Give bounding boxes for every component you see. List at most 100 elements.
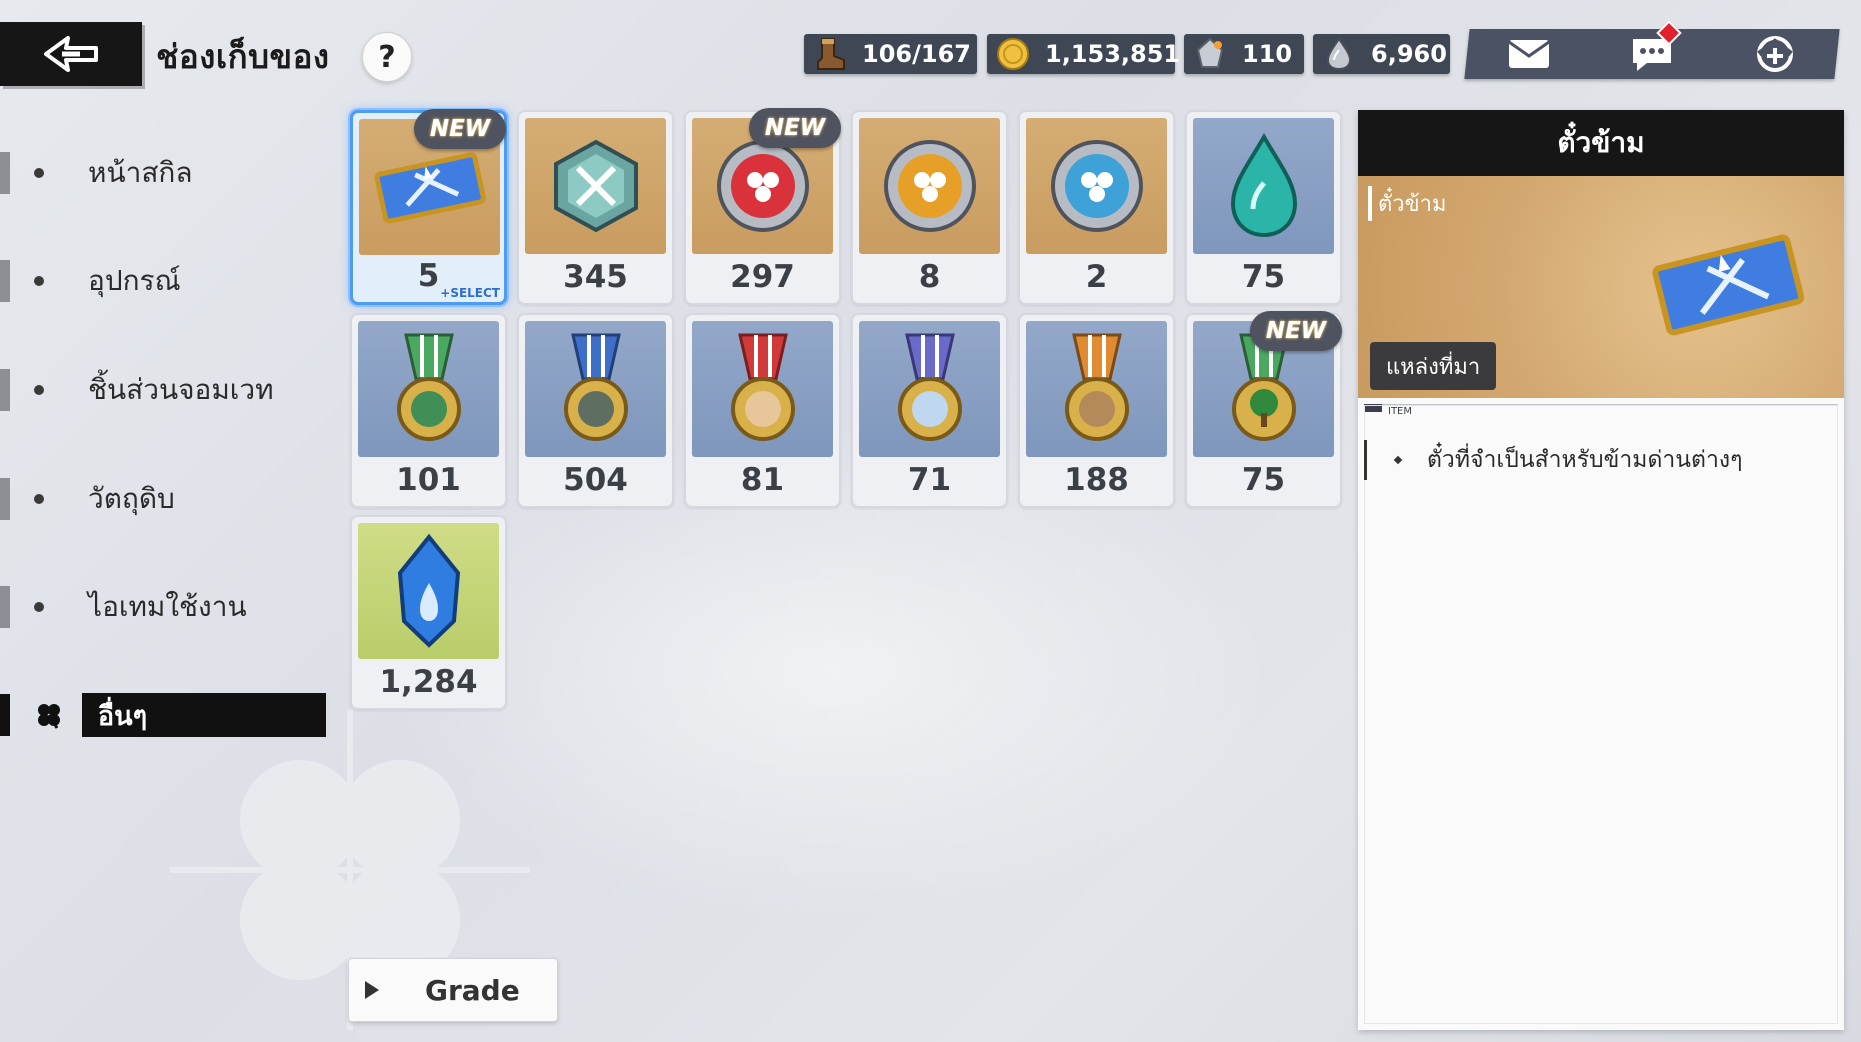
inventory-item[interactable]: 75 [1185, 110, 1342, 305]
sidebar-marker [0, 260, 10, 302]
help-button[interactable]: ? [362, 32, 412, 82]
item-thumbnail [859, 118, 1000, 254]
resource-stamina: 106/167 [804, 34, 977, 74]
new-badge: NEW [1250, 311, 1342, 351]
item-quantity: 75 [1241, 462, 1286, 498]
item-thumbnail [525, 321, 666, 457]
bullet-icon [34, 276, 44, 286]
resource-value: 110 [1242, 40, 1293, 68]
bullet-icon [34, 168, 44, 178]
top-action-bar [1464, 20, 1840, 79]
blue-crystal-icon [397, 533, 460, 648]
bullet-icon [34, 602, 44, 612]
sidebar-item-label: ไอเทมใช้งาน [88, 590, 247, 623]
crossed-swords-emblem-icon [553, 139, 638, 233]
item-thumbnail [358, 321, 499, 457]
sidebar-marker [0, 152, 10, 194]
bullet-icon [34, 385, 44, 395]
item-thumbnail [692, 321, 833, 457]
item-thumbnail [525, 118, 666, 254]
gold-coin-icon [997, 38, 1029, 70]
item-quantity: 188 [1064, 462, 1129, 498]
item-quantity: 504 [563, 462, 628, 498]
blue-clover-medal-icon [1050, 140, 1143, 232]
item-quantity: 101 [396, 462, 461, 498]
item-quantity: 75 [1241, 259, 1286, 295]
inventory-item[interactable]: 71 [851, 313, 1008, 508]
home-button[interactable] [1747, 32, 1803, 76]
item-quantity: 345 [563, 259, 628, 295]
detail-item-name: ตั๋วข้าม [1368, 186, 1447, 221]
inventory-item[interactable]: 345 [517, 110, 674, 305]
purple-ribbon-medal-icon [897, 333, 962, 441]
sidebar-marker [0, 694, 10, 736]
inventory-item-skip-ticket[interactable]: NEW 5 +SELECT [350, 109, 507, 305]
inventory-item[interactable]: 8 [851, 110, 1008, 305]
resource-value: 106/167 [862, 40, 971, 68]
inventory-item[interactable]: 188 [1018, 313, 1175, 508]
ticket-icon [374, 152, 486, 224]
mail-button[interactable] [1501, 32, 1557, 76]
inventory-item[interactable]: NEW 297 [684, 108, 841, 305]
teal-drop-icon [1230, 132, 1297, 238]
item-quantity: 81 [740, 462, 785, 498]
sidebar-item-label: อุปกรณ์ [88, 264, 181, 297]
orange-ribbon-medal-icon [1064, 333, 1129, 441]
new-badge: NEW [414, 109, 506, 149]
item-thumbnail [1026, 118, 1167, 254]
inventory-item[interactable]: NEW 75 [1185, 311, 1342, 508]
boot-icon [817, 38, 845, 70]
grade-sort-button[interactable]: Grade [348, 958, 558, 1022]
inventory-item[interactable]: 2 [1018, 110, 1175, 305]
sidebar-item-skill-page[interactable]: หน้าสกิล [0, 146, 330, 200]
home-icon [1757, 36, 1794, 72]
chat-button[interactable] [1624, 20, 1682, 76]
page-title: ช่องเก็บของ [156, 37, 330, 76]
inventory-item[interactable]: 101 [350, 313, 507, 508]
red-clover-medal-icon [716, 140, 809, 232]
sidebar-item-mage-fragments[interactable]: ชิ้นส่วนจอมเวท [0, 363, 330, 417]
back-button[interactable] [0, 22, 142, 86]
sidebar-item-consumables[interactable]: ไอเทมใช้งาน [0, 580, 330, 634]
sidebar-item-label: หน้าสกิล [88, 156, 193, 189]
sidebar-item-materials[interactable]: วัตถุดิบ [0, 472, 330, 526]
sidebar-item-label: วัตถุดิบ [88, 482, 175, 515]
bullet-icon [34, 494, 44, 504]
inventory-item[interactable]: 504 [517, 313, 674, 508]
resource-gem: 6,960 [1313, 34, 1450, 74]
item-thumbnail [859, 321, 1000, 457]
sidebar-item-label: ชิ้นส่วนจอมเวท [88, 373, 274, 406]
item-quantity: 8 [918, 259, 941, 295]
source-button[interactable]: แหล่งที่มา [1370, 342, 1497, 390]
sidebar-marker [0, 369, 10, 411]
item-quantity: 2 [1085, 259, 1108, 295]
orange-clover-medal-icon [883, 140, 976, 232]
grade-button-label: Grade [425, 973, 520, 1007]
green-ribbon-medal-icon [396, 333, 461, 441]
detail-header: ตั๋วข้าม [1358, 110, 1844, 176]
detail-banner: ตั๋วข้าม แหล่งที่มา [1358, 176, 1844, 398]
item-quantity: 1,284 [379, 664, 478, 700]
inventory-item[interactable]: 1,284 [350, 515, 507, 710]
resource-value: 1,153,851 [1045, 40, 1181, 68]
mail-icon [1507, 40, 1550, 68]
sidebar-marker [0, 478, 10, 520]
item-quantity: 71 [907, 462, 952, 498]
description-text: ตั๋วที่จำเป็นสำหรับข้ามด่านต่างๆ [1427, 447, 1743, 473]
sidebar-marker [0, 586, 10, 628]
sidebar-item-equipment[interactable]: อุปกรณ์ [0, 254, 330, 308]
silver-drop-icon [1326, 37, 1352, 71]
item-detail-panel: ตั๋วข้าม ตั๋วข้าม แหล่งที่มา ITEM ตั๋วที… [1358, 110, 1844, 1030]
item-quantity: 297 [730, 259, 795, 295]
back-arrow-icon [44, 36, 98, 72]
new-badge: NEW [749, 108, 841, 148]
inventory-item[interactable]: 81 [684, 313, 841, 508]
diamond-bullet-icon [1393, 455, 1403, 465]
blue-ribbon-medal-icon [563, 333, 628, 441]
crystal-coin-icon [1196, 37, 1224, 68]
sidebar-item-label: อื่นๆ [81, 693, 330, 737]
sidebar-item-others[interactable]: อื่นๆ [0, 688, 330, 742]
resource-value: 6,960 [1371, 40, 1447, 68]
red-ribbon-medal-icon [730, 333, 795, 441]
ticket-icon [1652, 234, 1805, 336]
